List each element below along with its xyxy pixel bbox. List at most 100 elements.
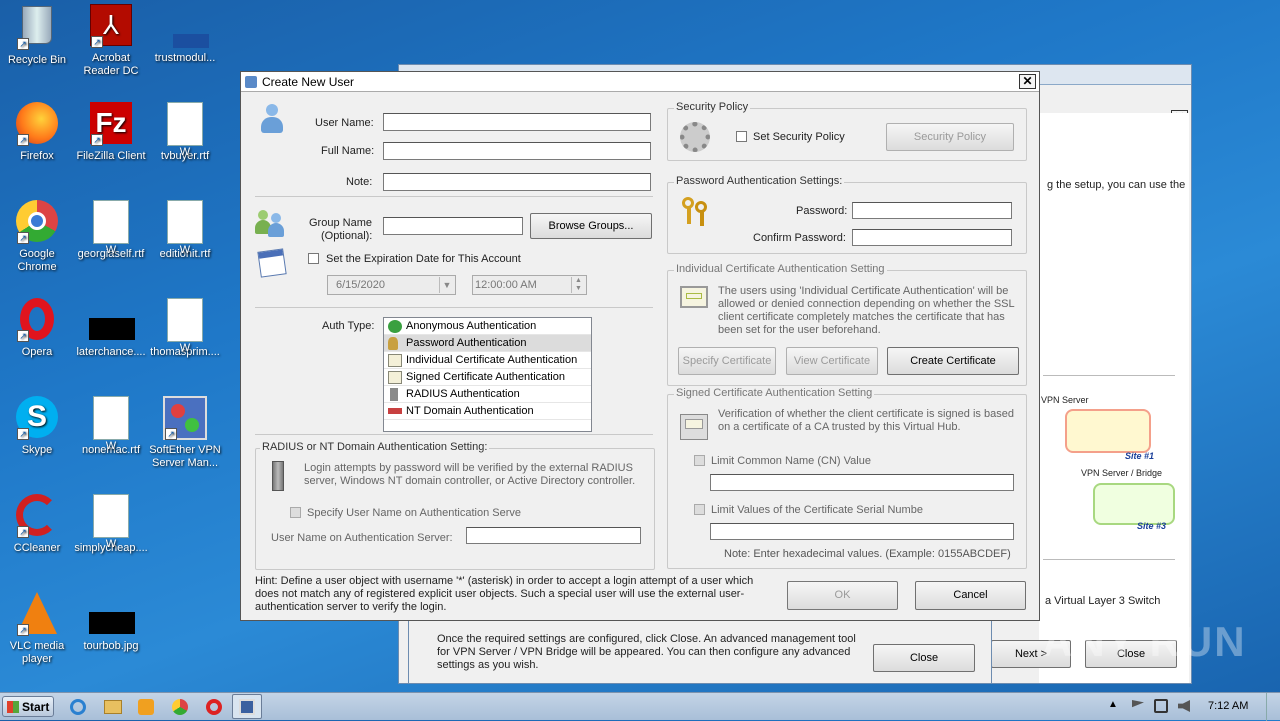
security-policy-checkbox[interactable] [736, 131, 747, 142]
spinner-icon[interactable]: ▲ ▼ [571, 277, 585, 293]
desktop-icon[interactable]: Wsimplycheap.... [74, 494, 148, 555]
password-input[interactable] [852, 202, 1012, 219]
signed-cert-description: Verification of whether the client certi… [718, 408, 1014, 433]
desktop-icon[interactable]: ↗ VLC media player [0, 592, 74, 666]
auth-item-anonymous[interactable]: Anonymous Authentication [384, 318, 591, 335]
chevron-down-icon[interactable]: ▼ [439, 277, 454, 293]
auth-item-signed-cert[interactable]: Signed Certificate Authentication [384, 369, 591, 386]
desktop-icon[interactable]: Wgeorgiaself.rtf [74, 200, 148, 261]
create-certificate-button[interactable]: Create Certificate [887, 347, 1019, 375]
auth-item-radius[interactable]: RADIUS Authentication [384, 386, 591, 403]
limit-serial-input[interactable] [710, 523, 1014, 540]
opera-icon: ↗ [15, 298, 59, 342]
confirm-password-label: Confirm Password: [753, 232, 846, 244]
media-player-icon[interactable] [138, 699, 154, 715]
desktop-icon-label: VLC media player [9, 640, 65, 665]
key-icon [388, 337, 398, 350]
volume-icon[interactable] [1178, 700, 1190, 712]
desktop-icon-label: FileZilla Client [76, 150, 146, 162]
auth-item-password[interactable]: Password Authentication [384, 335, 591, 352]
auth-item-individual-cert[interactable]: Individual Certificate Authentication [384, 352, 591, 369]
tray-up-arrow-icon[interactable]: ▲ [1108, 699, 1118, 710]
specify-user-checkbox[interactable] [290, 507, 301, 518]
expiration-date-picker[interactable]: 6/15/2020 ▼ [327, 275, 456, 295]
auth-item-nt-domain[interactable]: NT Domain Authentication [384, 403, 591, 420]
browse-groups-button[interactable]: Browse Groups... [530, 213, 652, 239]
desktop-icon[interactable]: ↗ Google Chrome [0, 200, 74, 274]
user-name-label: User Name: [315, 117, 374, 129]
clock[interactable]: 7:12 AM [1208, 700, 1248, 712]
user-name-input[interactable] [383, 113, 651, 131]
user-icon [245, 76, 257, 88]
shortcut-arrow-icon: ↗ [17, 624, 29, 636]
gear-icon [680, 122, 710, 152]
desktop-icon-label: laterchance.... [76, 346, 146, 358]
shortcut-arrow-icon: ↗ [17, 526, 29, 538]
chrome-icon[interactable] [172, 699, 188, 715]
server-icon [272, 461, 284, 491]
confirm-password-input[interactable] [852, 229, 1012, 246]
desktop-icon[interactable]: Fz ↗ FileZilla Client [74, 102, 148, 163]
group-optional-label: (Optional): [321, 230, 373, 242]
expiration-time-picker[interactable]: 12:00:00 AM ▲ ▼ [472, 275, 587, 295]
opera-icon[interactable] [206, 699, 222, 715]
desktop-icon[interactable]: Weditionit.rtf [148, 200, 222, 261]
dialog-title: Create New User [262, 75, 355, 89]
desktop-icon[interactable]: trustmodul... [148, 4, 222, 65]
softether-icon [239, 699, 255, 715]
desktop-icon[interactable]: Wnonemac.rtf [74, 396, 148, 457]
security-policy-button[interactable]: Security Policy [886, 123, 1014, 151]
individual-cert-group: Individual Certificate Authentication Se… [667, 263, 1027, 386]
view-certificate-button[interactable]: View Certificate [786, 347, 878, 375]
softether-taskbar-button[interactable] [232, 694, 262, 719]
windows-logo-icon [7, 701, 19, 713]
show-desktop-button[interactable] [1266, 693, 1280, 721]
desktop-icon[interactable]: ↗ Recycle Bin [0, 4, 74, 67]
file-icon [89, 298, 135, 342]
close-icon[interactable]: ✕ [1019, 74, 1036, 89]
create-new-user-dialog: Create New User ✕ User Name: Full Name: … [240, 71, 1040, 621]
desktop-icon[interactable]: S ↗ Skype [0, 396, 74, 457]
group-name-input[interactable] [383, 217, 523, 235]
flag-icon[interactable] [1132, 700, 1144, 708]
desktop-icon[interactable]: ↗ Opera [0, 298, 74, 359]
file-icon [163, 4, 209, 48]
desktop-icon-label: Recycle Bin [7, 54, 67, 66]
folder-icon[interactable] [104, 700, 122, 714]
word-document-icon: W [89, 396, 133, 452]
desktop-icon[interactable]: ⅄ ↗ Acrobat Reader DC [74, 4, 148, 78]
network-icon[interactable] [1154, 699, 1168, 713]
hex-note: Note: Enter hexadecimal values. (Example… [724, 548, 1011, 560]
desktop-icon[interactable]: tourbob.jpg [74, 592, 148, 653]
desktop-icon[interactable]: ↗ CCleaner [0, 494, 74, 555]
user-on-server-input[interactable] [466, 527, 641, 544]
expiration-label: Set the Expiration Date for This Account [326, 253, 521, 265]
start-button[interactable]: Start [2, 696, 54, 717]
expiration-checkbox[interactable] [308, 253, 319, 264]
desktop-icon[interactable]: ↗ SoftEther VPN Server Man... [148, 396, 222, 470]
limit-serial-checkbox[interactable] [694, 504, 705, 515]
desktop-icon-label: SoftEther VPN Server Man... [149, 444, 221, 469]
desktop-icon[interactable]: Wtvbuyer.rtf [148, 102, 222, 163]
ie-icon[interactable] [70, 699, 86, 715]
cancel-button[interactable]: Cancel [915, 581, 1026, 610]
full-name-input[interactable] [383, 142, 651, 160]
shortcut-arrow-icon: ↗ [17, 428, 29, 440]
desktop-icon[interactable]: Wthomasprim.... [148, 298, 222, 359]
note-input[interactable] [383, 173, 651, 191]
key-icon [680, 197, 710, 227]
desktop-icon[interactable]: laterchance.... [74, 298, 148, 359]
close-button[interactable]: Close [873, 644, 975, 672]
limit-cn-checkbox[interactable] [694, 455, 705, 466]
desktop-icon-label: trustmodul... [154, 52, 216, 64]
desktop-icon[interactable]: ↗ Firefox [0, 102, 74, 163]
shortcut-arrow-icon: ↗ [91, 134, 103, 146]
desktop-icon-label: tourbob.jpg [83, 640, 139, 652]
auth-type-list[interactable]: Anonymous Authentication Password Authen… [383, 317, 592, 432]
firefox-icon: ↗ [15, 102, 59, 146]
password-settings-group: Password Authentication Settings: Passwo… [667, 175, 1027, 254]
specify-certificate-button[interactable]: Specify Certificate [678, 347, 776, 375]
auth-type-label: Auth Type: [322, 320, 375, 332]
ok-button[interactable]: OK [787, 581, 898, 610]
limit-cn-input[interactable] [710, 474, 1014, 491]
